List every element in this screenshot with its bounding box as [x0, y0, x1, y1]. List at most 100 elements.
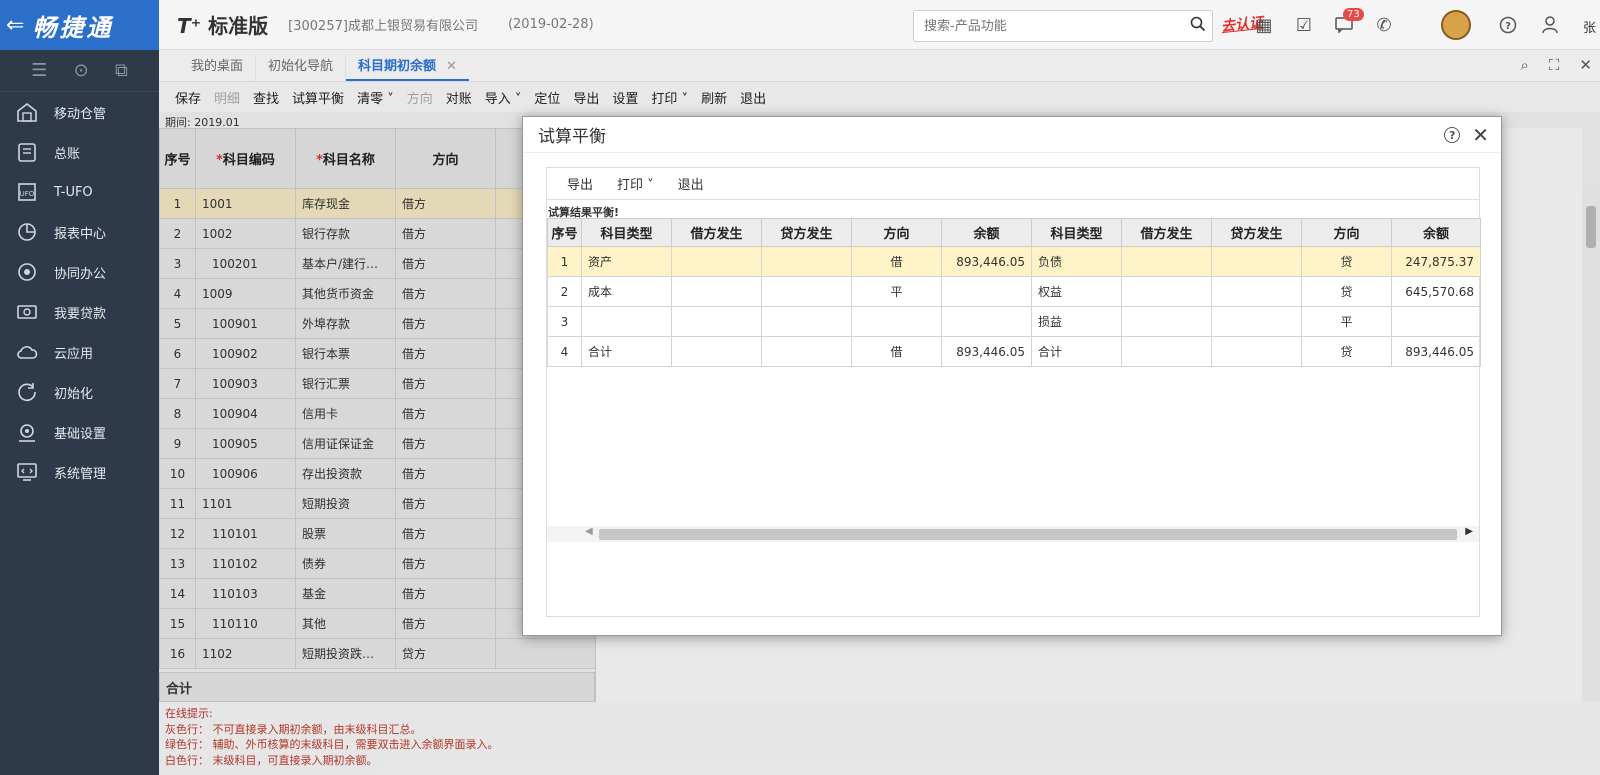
dialog-export-button[interactable]: 导出: [567, 174, 593, 193]
result-header-10: 余额: [1391, 218, 1481, 247]
result-cell: 借: [851, 246, 942, 277]
result-cell: [1121, 276, 1212, 307]
username[interactable]: 张: [1583, 17, 1596, 36]
dialog-close-icon[interactable]: ✕: [1472, 123, 1489, 147]
result-cell: 3: [547, 306, 582, 337]
search-input[interactable]: [914, 18, 1184, 34]
sidebar-item-0[interactable]: 移动仓管: [0, 92, 159, 132]
sidebar-item-2[interactable]: UFO T-UFO: [0, 172, 159, 212]
sidebar-item-label: 我要贷款: [54, 306, 107, 322]
result-cell: 成本: [581, 276, 672, 307]
result-cell: 贷: [1301, 276, 1392, 307]
result-header-1: 科目类型: [581, 218, 672, 247]
horizontal-scrollbar[interactable]: ◀ ▶: [547, 526, 1479, 542]
table-row[interactable]: 3 损益 平: [547, 306, 1481, 337]
sidebar-item-label: 协同办公: [54, 266, 107, 282]
cloud-icon: [14, 339, 40, 365]
result-cell: [1121, 246, 1212, 277]
result-cell: 权益: [1031, 276, 1122, 307]
result-cell: [1121, 336, 1212, 367]
result-cell: [761, 276, 852, 307]
result-header-0: 序号: [547, 218, 582, 247]
help-icon[interactable]: ?: [1495, 12, 1521, 38]
close-tab-icon[interactable]: ✕: [446, 59, 457, 74]
sidebar-item-1[interactable]: 总账: [0, 132, 159, 172]
scroll-left-icon[interactable]: ◀: [585, 526, 593, 537]
tab-desktop[interactable]: 我的桌面: [179, 55, 257, 81]
tab-opening-balance[interactable]: 科目期初余额 ✕: [346, 55, 469, 81]
account-date: (2019-02-28): [507, 17, 594, 32]
avatar[interactable]: [1441, 10, 1471, 40]
result-cell: [671, 246, 762, 277]
result-cell: [1211, 246, 1302, 277]
result-cell: [1391, 306, 1481, 337]
sidebar-item-label: 基础设置: [54, 426, 107, 442]
table-row[interactable]: 4 合计借 893,446.05 合计贷 893,446.05: [547, 336, 1481, 367]
task-list-icon[interactable]: ☑: [1291, 12, 1317, 38]
find-icon[interactable]: ⌕: [1521, 56, 1529, 74]
result-cell: [761, 336, 852, 367]
sidebar-item-8[interactable]: 基础设置: [0, 412, 159, 452]
result-cell: 1: [547, 246, 582, 277]
dialog-body: 导出 打印 ˅ 退出 试算结果平衡! 序号 科目类型 借方发生 贷方发生 方向 余额 科目类…: [546, 167, 1481, 617]
sidebar-item-label: 云应用: [54, 346, 94, 362]
result-cell: 借: [851, 336, 942, 367]
dialog-exit-button[interactable]: 退出: [678, 174, 704, 193]
sidebar-item-4[interactable]: 协同办公: [0, 252, 159, 292]
search-panel-icon[interactable]: ⊙: [74, 60, 89, 81]
result-cell: 893,446.05: [1391, 336, 1481, 367]
product-title: T⁺ 标准版: [177, 10, 268, 39]
result-cell: 负债: [1031, 246, 1122, 277]
result-header-6: 科目类型: [1031, 218, 1122, 247]
loan-icon: [14, 299, 40, 325]
result-header-3: 贷方发生: [761, 218, 852, 247]
brand-name: 畅捷通: [32, 13, 114, 42]
product-edition: 标准版: [208, 14, 269, 38]
sidebar-item-7[interactable]: 初始化: [0, 372, 159, 412]
sidebar-item-label: T-UFO: [54, 184, 93, 200]
scroll-right-icon[interactable]: ▶: [1465, 526, 1473, 537]
result-cell: 4: [547, 336, 582, 367]
header: T⁺ 标准版 [300257]成都上银贸易有限公司 (2019-02-28) 去…: [159, 0, 1600, 50]
result-cell: 247,875.37: [1391, 246, 1481, 277]
sidebar-item-6[interactable]: 云应用: [0, 332, 159, 372]
result-cell: 平: [1301, 306, 1392, 337]
result-cell: 贷: [1301, 246, 1392, 277]
sidebar-item-9[interactable]: 系统管理: [0, 452, 159, 492]
dialog-print-button[interactable]: 打印 ˅: [617, 174, 654, 193]
user-icon[interactable]: [1537, 12, 1563, 38]
search-box[interactable]: [913, 10, 1213, 42]
result-cell: [671, 306, 762, 337]
menu-icon[interactable]: ☰: [31, 60, 47, 81]
tab-init-guide[interactable]: 初始化导航: [256, 55, 347, 81]
sidebar-item-3[interactable]: 报表中心: [0, 212, 159, 252]
trial-balance-dialog: 试算平衡 ? ✕ 导出 打印 ˅ 退出 试算结果平衡! 序号 科目类型 借方发生 贷方…: [522, 116, 1502, 636]
trial-balance-table: 序号 科目类型 借方发生 贷方发生 方向 余额 科目类型 借方发生 贷方发生 方向 余额 1 资产借 8…: [547, 218, 1481, 367]
table-row[interactable]: 1 资产 借 893,446.05 负债 贷 247,875.37: [547, 246, 1481, 277]
sidebar-item-label: 总账: [54, 146, 81, 162]
sidebar-item-5[interactable]: 我要贷款: [0, 292, 159, 332]
product-prefix: T⁺: [177, 14, 202, 38]
result-message: 试算结果平衡!: [548, 206, 620, 219]
calculator-icon[interactable]: ▦: [1251, 12, 1277, 38]
result-cell: [851, 306, 942, 337]
message-badge: 73: [1343, 8, 1364, 21]
sidebar-item-label: 报表中心: [54, 226, 107, 242]
back-arrow-icon[interactable]: ⇐: [6, 13, 24, 38]
ufo-icon: UFO: [14, 179, 40, 205]
close-icon[interactable]: ✕: [1579, 56, 1592, 74]
logo[interactable]: ⇐ 畅捷通: [0, 0, 159, 50]
search-icon[interactable]: [1184, 16, 1212, 36]
phone-icon[interactable]: ✆: [1371, 12, 1397, 38]
table-row[interactable]: 2 成本 平 权益 贷 645,570.68: [547, 276, 1481, 307]
result-cell: [1211, 276, 1302, 307]
result-cell: [1211, 336, 1302, 367]
dialog-title: 试算平衡: [523, 117, 1501, 153]
message-icon[interactable]: 73: [1331, 8, 1364, 38]
result-cell: 资产: [581, 246, 672, 277]
horizontal-scrollbar-thumb[interactable]: [599, 529, 1457, 540]
fullscreen-icon[interactable]: ⛶: [1549, 56, 1560, 74]
new-window-icon[interactable]: ⧉: [115, 60, 128, 81]
result-cell: 贷: [1301, 336, 1392, 367]
dialog-help-icon[interactable]: ?: [1444, 127, 1461, 143]
